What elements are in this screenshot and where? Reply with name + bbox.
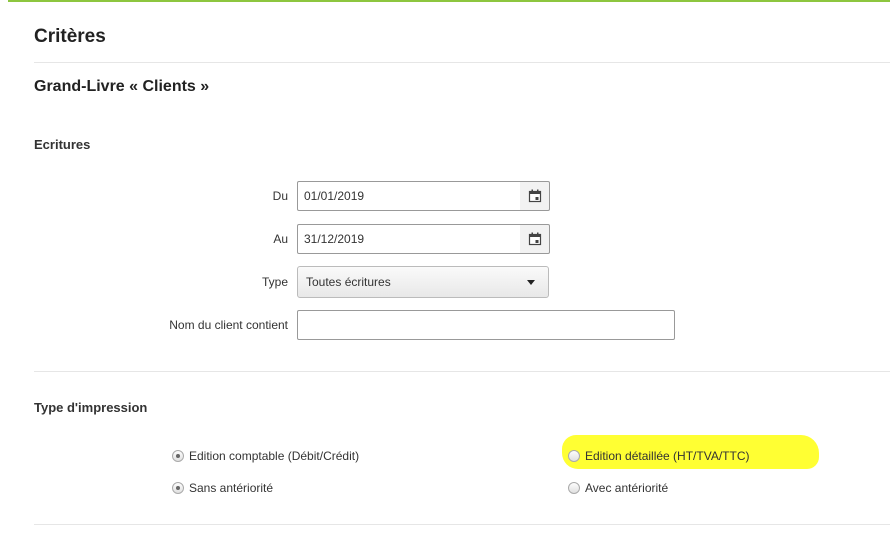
section-title: Grand-Livre « Clients » bbox=[34, 78, 210, 95]
au-calendar-button[interactable] bbox=[520, 224, 550, 254]
radio-button[interactable] bbox=[568, 482, 580, 494]
radio-edition-comptable[interactable]: Edition comptable (Débit/Crédit) bbox=[172, 449, 359, 463]
au-date-input[interactable] bbox=[297, 224, 522, 254]
top-accent-line bbox=[8, 0, 890, 2]
radio-edition-detaillee[interactable]: Edition détaillée (HT/TVA/TTC) bbox=[568, 449, 750, 463]
radio-label: Avec antériorité bbox=[585, 481, 669, 495]
du-date-input[interactable] bbox=[297, 181, 522, 211]
divider bbox=[34, 524, 890, 525]
radio-button[interactable] bbox=[568, 450, 580, 462]
nom-client-label: Nom du client contient bbox=[169, 318, 288, 332]
radio-label: Sans antériorité bbox=[189, 481, 274, 495]
radio-button[interactable] bbox=[172, 482, 184, 494]
calendar-icon bbox=[528, 189, 541, 203]
du-label: Du bbox=[272, 189, 288, 203]
radio-button[interactable] bbox=[172, 450, 184, 462]
ecritures-title: Ecritures bbox=[34, 137, 91, 152]
calendar-icon bbox=[528, 232, 541, 246]
nom-client-input[interactable] bbox=[297, 310, 675, 340]
panel-title: Critères bbox=[34, 26, 106, 47]
radio-label: Edition comptable (Débit/Crédit) bbox=[189, 449, 360, 463]
divider bbox=[34, 371, 890, 372]
type-label: Type bbox=[261, 275, 288, 289]
radio-label: Edition détaillée (HT/TVA/TTC) bbox=[585, 449, 750, 463]
radio-avec-anteriorite[interactable]: Avec antériorité bbox=[568, 481, 668, 495]
du-calendar-button[interactable] bbox=[520, 181, 550, 211]
au-label: Au bbox=[273, 232, 288, 246]
type-select[interactable]: Toutes écritures bbox=[297, 266, 549, 298]
type-impression-title: Type d'impression bbox=[34, 400, 148, 415]
caret-down-icon bbox=[527, 280, 535, 285]
radio-sans-anteriorite[interactable]: Sans antériorité bbox=[172, 481, 273, 495]
divider bbox=[34, 62, 890, 63]
type-select-value: Toutes écritures bbox=[306, 275, 391, 289]
